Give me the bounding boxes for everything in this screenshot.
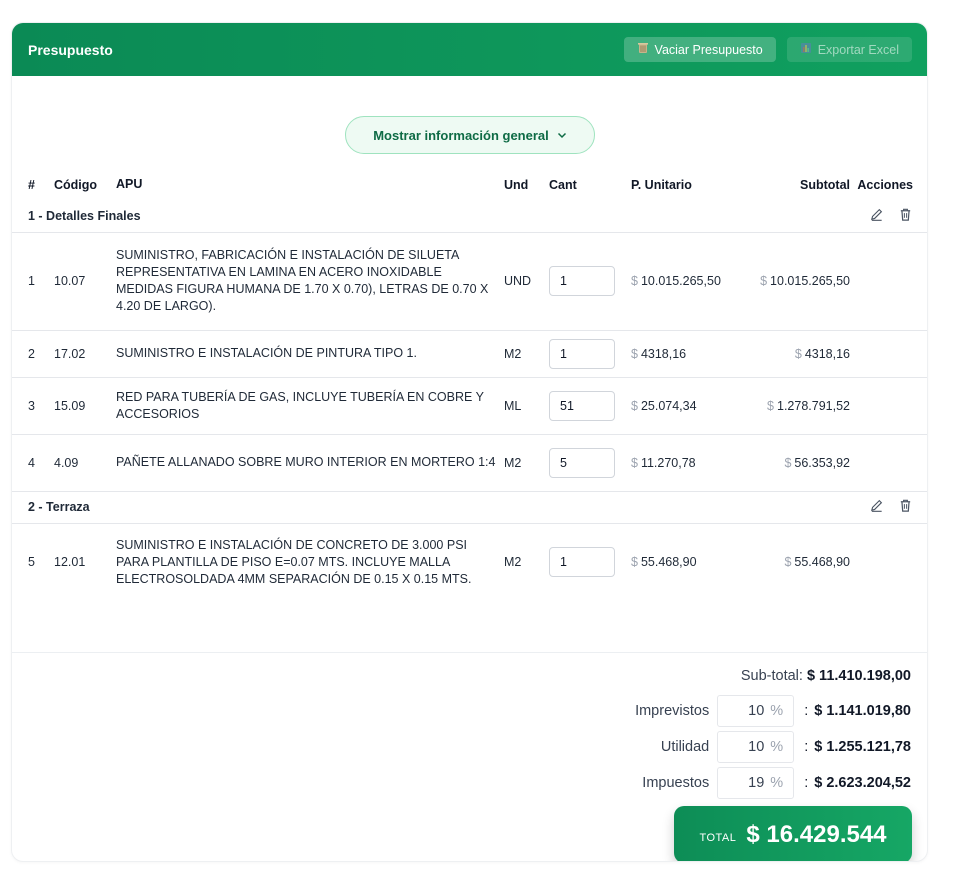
row-number: 2 xyxy=(12,330,54,378)
taxes-label: Impuestos xyxy=(642,775,710,791)
col-header-quantity: Cant xyxy=(549,177,577,192)
table-header-row: # Código APU Und Cant P. Unitario Subtot… xyxy=(12,169,927,200)
row-unit: ML xyxy=(504,377,549,435)
taxes-percent-input[interactable]: 19% xyxy=(717,767,795,799)
col-header-number: # xyxy=(28,177,35,192)
row-unit: UND xyxy=(504,232,549,331)
row-apu: SUMINISTRO E INSTALACIÓN DE PINTURA TIPO… xyxy=(116,330,504,378)
row-unit-price: $11.270,78 xyxy=(631,434,744,492)
row-code: 4.09 xyxy=(54,434,116,492)
row-number: 3 xyxy=(12,377,54,435)
row-unit: M2 xyxy=(504,434,549,492)
row-subtotal: $4318,16 xyxy=(744,330,850,378)
row-unit: M2 xyxy=(504,555,522,570)
wastebasket-icon xyxy=(637,42,649,57)
table-row: 4 4.09 PAÑETE ALLANADO SOBRE MURO INTERI… xyxy=(12,434,927,492)
row-code: 12.01 xyxy=(54,555,86,570)
clear-budget-button[interactable]: Vaciar Presupuesto xyxy=(623,37,776,62)
table-row: 1 10.07 SUMINISTRO, FABRICACIÓN E INSTAL… xyxy=(12,232,927,331)
subtotal-line: Sub-total: $ 11.410.198,00 xyxy=(741,668,911,684)
group-name: 2 - Terraza xyxy=(12,491,850,524)
spreadsheet-icon xyxy=(800,42,812,57)
taxes-row: Impuestos 19% : $ 2.623.204,52 xyxy=(642,767,911,799)
row-code: 17.02 xyxy=(54,330,116,378)
group-row: 1 - Detalles Finales xyxy=(12,200,927,233)
col-header-code: Código xyxy=(54,177,98,192)
contingency-label: Imprevistos xyxy=(635,703,710,719)
total-label: TOTAL xyxy=(699,831,737,844)
row-apu: PAÑETE ALLANADO SOBRE MURO INTERIOR EN M… xyxy=(116,434,504,492)
row-unit-price: $25.074,34 xyxy=(631,377,744,435)
quantity-input[interactable] xyxy=(549,390,615,421)
totals-divider xyxy=(12,652,927,653)
pencil-icon[interactable] xyxy=(869,498,884,516)
col-header-unit: Und xyxy=(504,177,529,192)
table-row: 5 12.01 SUMINISTRO E INSTALACIÓN DE CONC… xyxy=(12,523,927,601)
row-apu: RED PARA TUBERÍA DE GAS, INCLUYE TUBERÍA… xyxy=(116,377,504,435)
total-value: $ 16.429.544 xyxy=(746,820,887,848)
quantity-input[interactable] xyxy=(549,338,615,369)
row-subtotal: $55.468,90 xyxy=(784,555,850,570)
chevron-down-icon xyxy=(557,128,567,143)
profit-label: Utilidad xyxy=(660,739,710,755)
clear-budget-label: Vaciar Presupuesto xyxy=(654,42,763,57)
row-code: 10.07 xyxy=(54,232,116,331)
export-excel-label: Exportar Excel xyxy=(817,42,899,57)
row-subtotal: $1.278.791,52 xyxy=(744,377,850,435)
table-row: 2 17.02 SUMINISTRO E INSTALACIÓN DE PINT… xyxy=(12,330,927,378)
row-code: 15.09 xyxy=(54,377,116,435)
quantity-input[interactable] xyxy=(549,266,615,296)
row-unit-price: $4318,16 xyxy=(631,330,744,378)
budget-table: # Código APU Und Cant P. Unitario Subtot… xyxy=(12,169,927,601)
col-header-subtotal: Subtotal xyxy=(800,177,850,192)
pencil-icon[interactable] xyxy=(869,207,884,225)
row-unit: M2 xyxy=(504,330,549,378)
col-header-apu: APU xyxy=(116,177,143,191)
profit-percent-input[interactable]: 10% xyxy=(717,731,795,763)
profit-row: Utilidad 10% : $ 1.255.121,78 xyxy=(661,731,911,763)
row-unit-price: $55.468,90 xyxy=(631,555,697,570)
page-title: Presupuesto xyxy=(28,41,113,58)
subtotal-label: Sub-total: xyxy=(740,668,803,684)
row-apu: SUMINISTRO E INSTALACIÓN DE CONCRETO DE … xyxy=(116,537,472,586)
row-number: 1 xyxy=(12,232,54,331)
contingency-percent-input[interactable]: 10% xyxy=(717,695,795,727)
group-row: 2 - Terraza xyxy=(12,491,927,524)
budget-card: Presupuesto Vaciar Presupuesto Exportar … xyxy=(11,22,928,862)
taxes-value: : $ 2.623.204,52 xyxy=(804,775,911,791)
contingency-row: Imprevistos 10% : $ 1.141.019,80 xyxy=(635,695,911,727)
row-subtotal: $10.015.265,50 xyxy=(744,232,850,331)
export-excel-button[interactable]: Exportar Excel xyxy=(786,37,912,62)
row-number: 5 xyxy=(28,555,35,570)
table-row: 3 15.09 RED PARA TUBERÍA DE GAS, INCLUYE… xyxy=(12,377,927,435)
show-general-info-toggle[interactable]: Mostrar información general xyxy=(345,116,595,154)
card-header: Presupuesto Vaciar Presupuesto Exportar … xyxy=(12,23,927,76)
col-header-unit-price: P. Unitario xyxy=(631,177,692,192)
row-subtotal: $56.353,92 xyxy=(744,434,850,492)
contingency-value: : $ 1.141.019,80 xyxy=(804,703,911,719)
row-number: 4 xyxy=(12,434,54,492)
subtotal-value: $ 11.410.198,00 xyxy=(806,668,911,684)
quantity-input[interactable] xyxy=(549,547,615,578)
trash-icon[interactable] xyxy=(898,207,913,225)
quantity-input[interactable] xyxy=(549,447,615,478)
group-name: 1 - Detalles Finales xyxy=(12,200,850,233)
total-badge: TOTAL $ 16.429.544 xyxy=(674,806,912,861)
col-header-actions: Acciones xyxy=(857,177,913,192)
profit-value: : $ 1.255.121,78 xyxy=(804,739,911,755)
toggle-label: Mostrar información general xyxy=(373,127,549,143)
row-apu: SUMINISTRO, FABRICACIÓN E INSTALACIÓN DE… xyxy=(116,232,504,331)
row-unit-price: $10.015.265,50 xyxy=(631,232,744,331)
trash-icon[interactable] xyxy=(898,498,913,516)
